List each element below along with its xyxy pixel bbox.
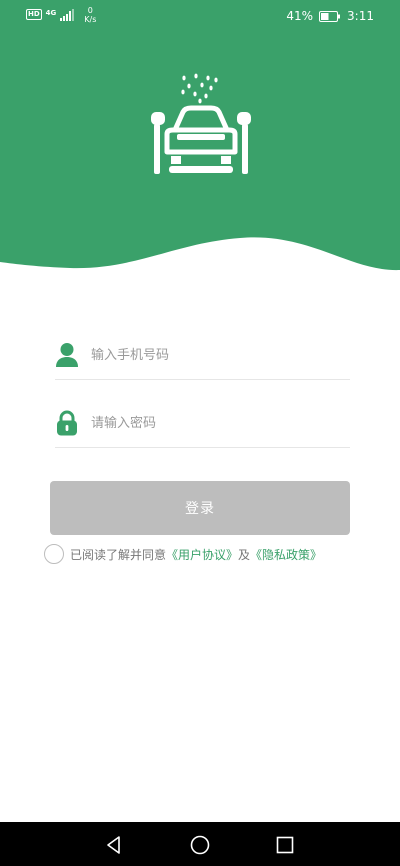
network-speed: 0 K/s [84,6,96,24]
home-icon[interactable] [189,834,211,856]
network-speed-unit: K/s [84,15,97,24]
back-icon[interactable] [103,834,125,856]
system-nav-bar [0,822,400,866]
password-input[interactable] [91,410,341,436]
user-agreement-link[interactable]: 《用户协议》 [166,546,238,563]
phone-field [55,332,350,380]
status-bar: HD 4G 0 K/s 41% 3:11 [0,0,400,32]
agreement-row: 已阅读了解并同意 《用户协议》 及 《隐私政策》 [44,543,322,565]
battery-icon [319,10,341,22]
network-type: 4G [45,9,57,17]
header-banner: HD 4G 0 K/s 41% 3:11 [0,0,400,280]
hd-badge: HD [26,9,42,20]
phone-input[interactable] [91,342,341,368]
recents-icon[interactable] [274,834,296,856]
clock-time: 3:11 [347,9,374,23]
user-icon [56,343,78,367]
network-speed-value: 0 [87,6,93,15]
privacy-policy-link[interactable]: 《隐私政策》 [250,546,322,563]
signal-icon [60,9,75,21]
login-button[interactable]: 登录 [50,481,350,535]
password-field [55,400,350,448]
car-wash-icon [151,73,251,174]
agreement-joiner: 及 [238,547,251,562]
battery-percent: 41% [286,9,314,23]
lock-icon [57,410,77,436]
agreement-checkbox[interactable] [44,544,64,564]
agreement-prefix: 已阅读了解并同意 [70,547,167,562]
